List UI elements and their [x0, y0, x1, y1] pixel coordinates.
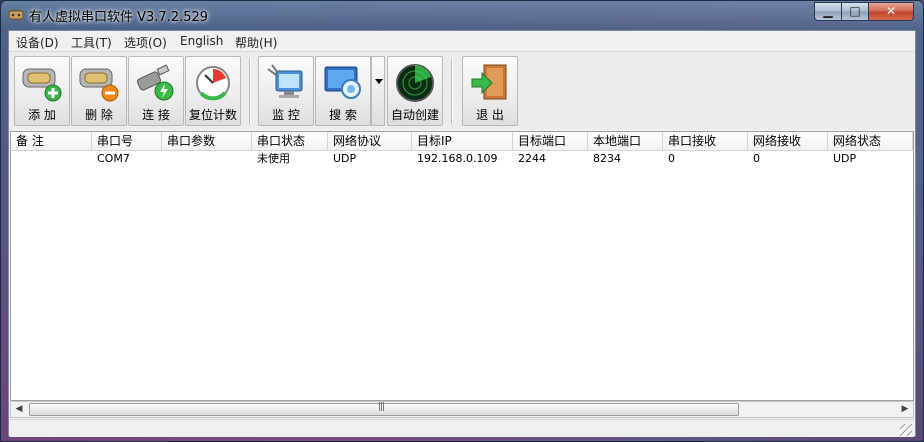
grip-icon: ||| [378, 402, 385, 412]
cell-remark [11, 151, 92, 167]
scroll-thumb[interactable]: ||| [29, 402, 739, 416]
cell-port-status: 未使用 [257, 152, 290, 165]
add-button[interactable]: 添 加 [14, 56, 70, 126]
cell-net-protocol: UDP [333, 152, 357, 165]
cell-local-port: 8234 [593, 152, 621, 165]
app-icon [8, 10, 24, 20]
col-port-status[interactable]: 串口状态 [252, 132, 328, 150]
toolbar-separator [451, 58, 453, 124]
radar-icon [396, 64, 434, 102]
col-target-ip[interactable]: 目标IP [412, 132, 513, 150]
col-net-status[interactable]: 网络状态 [828, 132, 913, 150]
cell-net-receive: 0 [753, 152, 760, 165]
table-row[interactable]: COM7 未使用 UDP 192.168.0.109 2244 8234 0 0… [11, 151, 913, 167]
port-list[interactable]: 备 注 串口号 串口参数 串口状态 网络协议 目标IP 目标端口 本地端口 串口… [10, 131, 914, 401]
search-label: 搜 索 [329, 108, 357, 122]
search-network-icon [324, 66, 361, 99]
col-net-receive[interactable]: 网络接收 [748, 132, 828, 150]
toolbar: 添 加 删 除 连 接 复位计数 监 控 搜 索 自动创建 退 出 [9, 52, 915, 129]
delete-label: 删 除 [85, 108, 113, 122]
cell-port-number: COM7 [97, 152, 130, 165]
reset-counter-icon [196, 66, 230, 101]
reset-label: 复位计数 [188, 108, 237, 122]
monitor-button[interactable]: 监 控 [258, 56, 314, 126]
cell-target-port: 2244 [518, 152, 546, 165]
exit-label: 退 出 [476, 108, 504, 122]
menu-help[interactable]: 帮助(H) [235, 34, 277, 51]
col-port-params[interactable]: 串口参数 [162, 132, 252, 150]
auto-create-label: 自动创建 [390, 108, 439, 122]
maximize-button[interactable]: □ [841, 2, 869, 21]
delete-device-icon [79, 68, 119, 102]
add-label: 添 加 [28, 108, 56, 122]
menu-tools[interactable]: 工具(T) [71, 34, 112, 51]
col-port-receive[interactable]: 串口接收 [663, 132, 748, 150]
col-remark[interactable]: 备 注 [11, 132, 92, 150]
window-title: 有人虚拟串口软件 V3.7.2.529 [29, 10, 209, 25]
add-device-icon [22, 68, 62, 102]
connect-plug-icon [136, 64, 174, 101]
menu-bar: 设备(D) 工具(T) 选项(O) English 帮助(H) [9, 31, 915, 52]
connect-button[interactable]: 连 接 [128, 56, 184, 126]
minimize-button[interactable]: ▁ [814, 2, 842, 21]
menu-english[interactable]: English [180, 34, 223, 48]
scroll-left-icon[interactable]: ◀ [11, 402, 27, 417]
monitor-icon [267, 64, 303, 98]
chevron-down-icon [375, 79, 383, 84]
cell-port-params [162, 151, 252, 167]
list-header: 备 注 串口号 串口参数 串口状态 网络协议 目标IP 目标端口 本地端口 串口… [11, 132, 913, 151]
cell-net-status: UDP [833, 152, 857, 165]
connect-label: 连 接 [142, 108, 170, 122]
client-area: 设备(D) 工具(T) 选项(O) English 帮助(H) 添 加 删 除 … [8, 30, 916, 437]
search-dropdown-arrow[interactable] [371, 56, 385, 126]
resize-grip-icon[interactable] [900, 424, 912, 436]
scroll-right-icon[interactable]: ▶ [897, 402, 913, 417]
menu-options[interactable]: 选项(O) [124, 34, 167, 51]
monitor-label: 监 控 [272, 108, 300, 122]
reset-count-button[interactable]: 复位计数 [185, 56, 241, 126]
col-port-number[interactable]: 串口号 [92, 132, 162, 150]
status-bar [10, 419, 914, 437]
delete-button[interactable]: 删 除 [71, 56, 127, 126]
auto-create-button[interactable]: 自动创建 [387, 56, 443, 126]
title-bar[interactable]: 有人虚拟串口软件 V3.7.2.529 ▁ □ ✕ [1, 1, 923, 29]
col-target-port[interactable]: 目标端口 [513, 132, 588, 150]
menu-device[interactable]: 设备(D) [16, 34, 59, 51]
exit-button[interactable]: 退 出 [462, 56, 518, 126]
close-button[interactable]: ✕ [868, 2, 914, 21]
exit-door-icon [471, 64, 507, 100]
cell-port-receive: 0 [668, 152, 675, 165]
col-local-port[interactable]: 本地端口 [588, 132, 663, 150]
horizontal-scrollbar[interactable]: ◀ ||| ▶ [10, 401, 914, 418]
col-net-protocol[interactable]: 网络协议 [328, 132, 412, 150]
cell-target-ip: 192.168.0.109 [417, 152, 498, 165]
search-button[interactable]: 搜 索 [315, 56, 371, 126]
toolbar-separator [249, 58, 251, 124]
app-window: 有人虚拟串口软件 V3.7.2.529 ▁ □ ✕ 设备(D) 工具(T) 选项… [0, 0, 924, 442]
